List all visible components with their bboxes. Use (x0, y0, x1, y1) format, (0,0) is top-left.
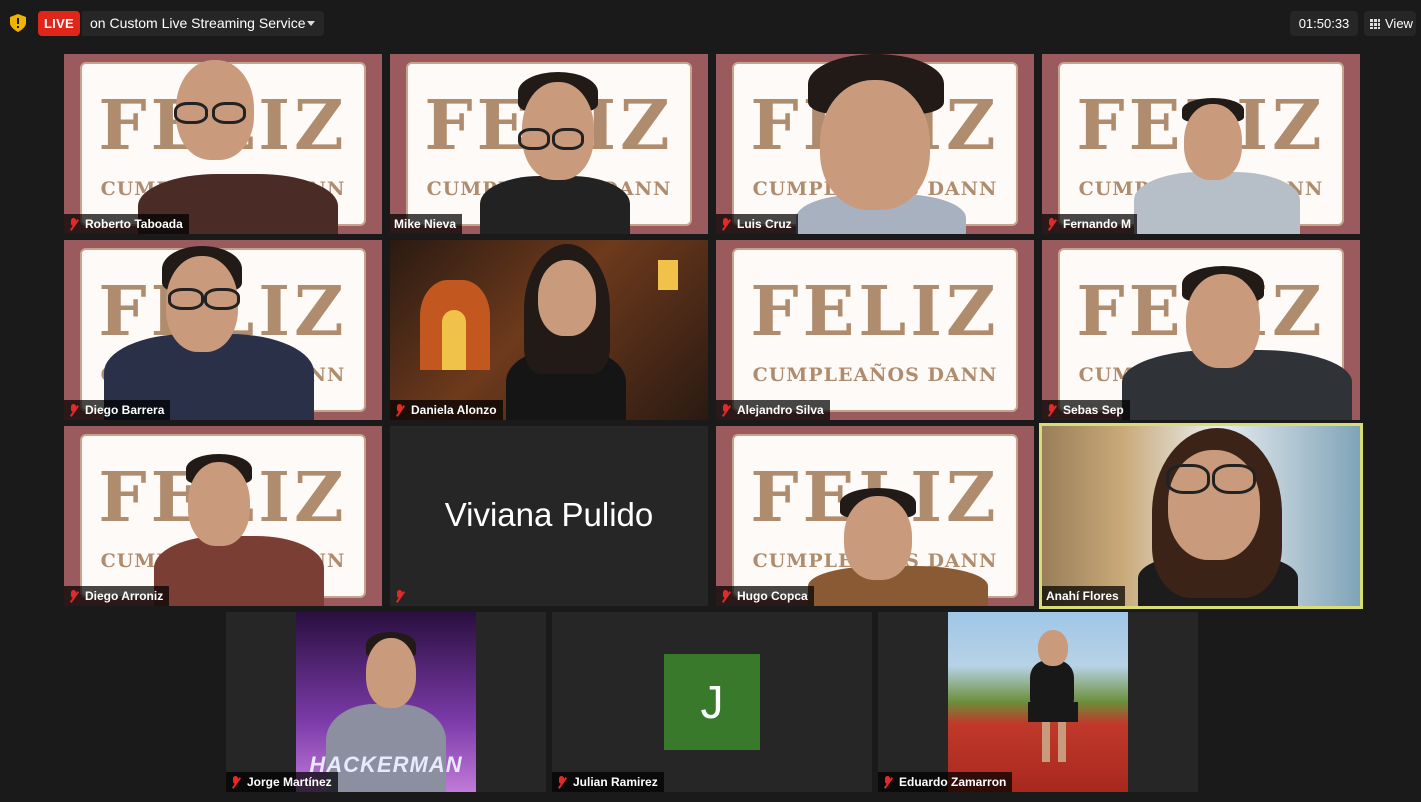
shield-icon[interactable] (10, 14, 26, 32)
video-tile[interactable]: Viviana Pulido (390, 426, 708, 606)
video-tile[interactable]: FELIZ CUMPLEAÑOS DANN Fernando M (1042, 54, 1360, 234)
video-tile[interactable]: FELIZ CUMPLEAÑOS DANN Hugo Copca (716, 426, 1034, 606)
participant-name-tag: Eduardo Zamarron (878, 772, 1013, 792)
meeting-top-bar: LIVE on Custom Live Streaming Service 01… (0, 0, 1421, 46)
stream-service-dropdown[interactable]: on Custom Live Streaming Service (82, 11, 324, 36)
participant-name-tag: Mike Nieva (390, 214, 463, 234)
participant-name-tag: Alejandro Silva (716, 400, 830, 420)
participant-video (948, 612, 1128, 792)
video-tile[interactable]: FELIZ CUMPLEAÑOS DANN Mike Nieva (390, 54, 708, 234)
mic-muted-icon (394, 403, 406, 417)
view-button-label: View (1385, 16, 1413, 31)
mic-muted-icon (720, 403, 732, 417)
video-tile[interactable]: FELIZ CUMPLEAÑOS DANN Roberto Taboada (64, 54, 382, 234)
video-tile[interactable]: HACKERMAN Jorge Martínez (226, 612, 546, 792)
mic-muted-icon (720, 217, 732, 231)
video-tile[interactable]: FELIZ CUMPLEAÑOS DANN Diego Barrera (64, 240, 382, 420)
participant-name-tag: Jorge Martínez (226, 772, 338, 792)
participant-name-tag: Anahí Flores (1042, 586, 1125, 606)
participant-name-tag: Diego Barrera (64, 400, 171, 420)
participant-name-tag: Daniela Alonzo (390, 400, 503, 420)
participant-name-tag: Sebas Sep (1042, 400, 1130, 420)
mic-muted-icon (556, 775, 568, 789)
mic-muted-icon (1046, 403, 1058, 417)
mic-muted-icon (394, 589, 406, 603)
participant-name-tag: Hugo Copca (716, 586, 814, 606)
view-button[interactable]: View (1364, 11, 1416, 36)
video-tile[interactable]: J Julian Ramirez (552, 612, 872, 792)
video-tile[interactable]: FELIZ CUMPLEAÑOS DANN Diego Arroniz (64, 426, 382, 606)
video-tile[interactable]: Daniela Alonzo (390, 240, 708, 420)
background-title: FELIZ (750, 272, 1000, 352)
video-tile[interactable]: FELIZ CUMPLEAÑOS DANN Alejandro Silva (716, 240, 1034, 420)
mic-muted-icon (720, 589, 732, 603)
meeting-timer: 01:50:33 (1290, 11, 1358, 36)
video-tile[interactable]: Eduardo Zamarron (878, 612, 1198, 792)
mic-muted-icon (1046, 217, 1058, 231)
video-tile[interactable]: FELIZ CUMPLEAÑOS DANN Luis Cruz (716, 54, 1034, 234)
participant-video: HACKERMAN (296, 612, 476, 792)
participant-name-tag: Fernando M (1042, 214, 1137, 234)
chevron-down-icon (307, 21, 315, 26)
participant-name-tag: Luis Cruz (716, 214, 798, 234)
avatar: J (664, 654, 760, 750)
mic-muted-icon (882, 775, 894, 789)
virtual-background: FELIZ CUMPLEAÑOS DANN (732, 248, 1018, 412)
stream-service-label: on Custom Live Streaming Service (90, 15, 306, 31)
participant-name-tag: Julian Ramirez (552, 772, 664, 792)
participant-name-tag: Diego Arroniz (64, 586, 170, 606)
background-subtitle: CUMPLEAÑOS DANN (752, 364, 998, 386)
participant-display-name: Viviana Pulido (444, 496, 654, 533)
mic-muted-icon (68, 589, 80, 603)
live-badge[interactable]: LIVE (38, 11, 80, 36)
mic-muted-icon (68, 217, 80, 231)
mic-muted-icon (230, 775, 242, 789)
mic-muted-icon (68, 403, 80, 417)
participant-name-tag (390, 586, 417, 606)
grid-icon (1370, 19, 1380, 29)
video-tile[interactable]: FELIZ CUMPLEAÑOS DANN Sebas Sep (1042, 240, 1360, 420)
participant-name-tag: Roberto Taboada (64, 214, 189, 234)
video-tile-active-speaker[interactable]: Anahí Flores (1039, 423, 1363, 609)
